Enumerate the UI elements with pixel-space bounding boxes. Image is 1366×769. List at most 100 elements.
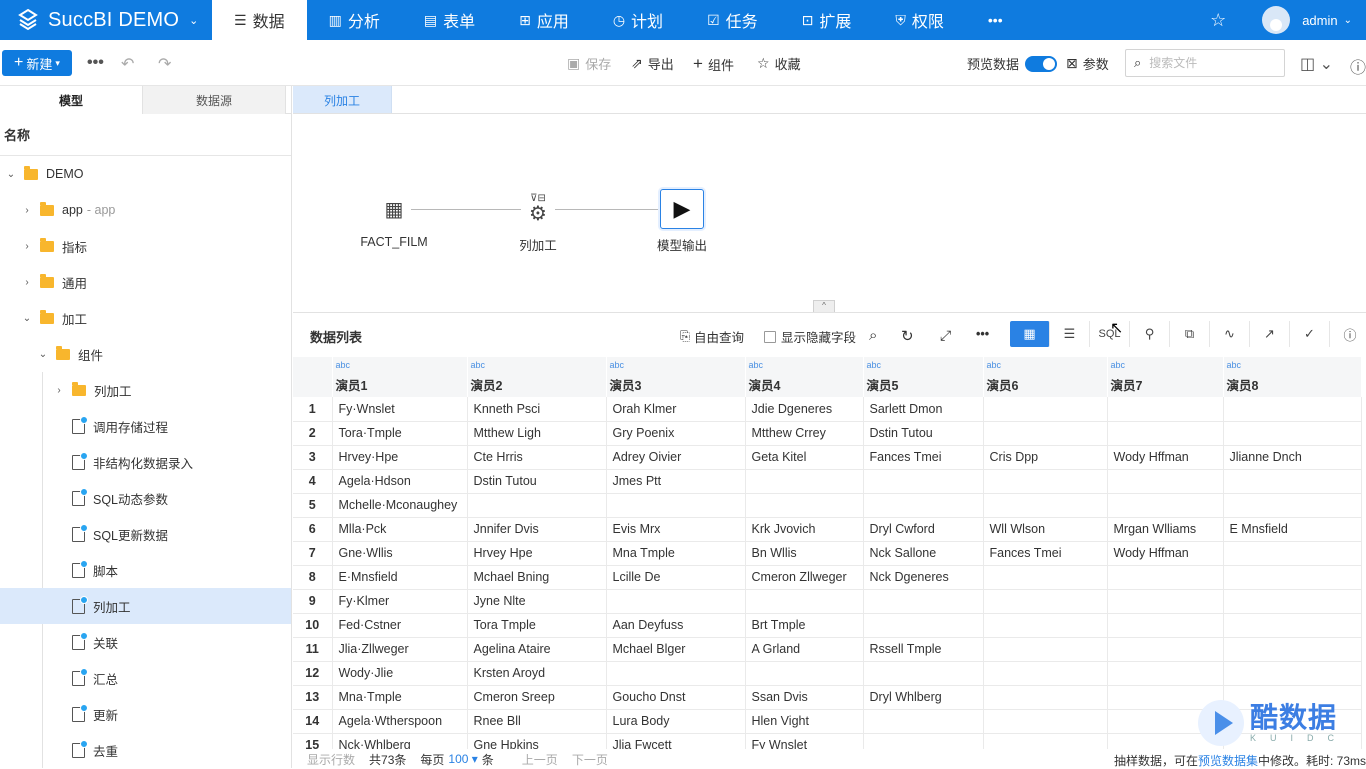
table-cell[interactable]: Goucho Dnst [606, 685, 746, 710]
trend-icon[interactable]: ↗ [1250, 321, 1290, 347]
table-cell[interactable]: Jmes Ptt [606, 469, 746, 494]
table-row[interactable]: 5 Mchelle·Mconaughey [293, 493, 1362, 518]
table-cell[interactable]: Agela·Hdson [332, 469, 468, 494]
table-cell[interactable] [983, 397, 1108, 422]
column-header[interactable]: abc 演员1 [332, 357, 468, 397]
table-cell[interactable] [863, 661, 984, 686]
table-cell[interactable]: Cmeron Sreep [467, 685, 607, 710]
model-canvas[interactable]: 列加工 ▦ FACT_FILM ⊽⊟ ⚙ 列加工 ▶ 模型输出 ^ [293, 86, 1366, 312]
table-cell[interactable]: Mtthew Crrey [745, 421, 864, 446]
table-cell[interactable]: Mchael Blger [606, 637, 746, 662]
tree-item-join[interactable]: 关联 [0, 624, 291, 660]
tree-item-dedupe[interactable]: 去重 [0, 732, 291, 768]
table-cell[interactable]: Jlianne Dnch [1223, 445, 1362, 470]
table-cell[interactable] [1223, 421, 1362, 446]
nav-form[interactable]: ▤ 表单 [402, 0, 497, 40]
table-cell[interactable] [1107, 397, 1224, 422]
tree-item-sql-update[interactable]: SQL更新数据 [0, 516, 291, 552]
refresh-icon[interactable]: ↻ [901, 327, 914, 345]
table-cell[interactable]: Mrgan Wlliams [1107, 517, 1224, 542]
favorite-star-icon[interactable]: ☆ [1188, 10, 1248, 31]
preview-toggle[interactable]: 预览数据 [967, 54, 1058, 73]
table-cell[interactable]: Agela·Wtherspoon [332, 709, 468, 734]
layout-icon[interactable]: ◫ ⌄ [1300, 54, 1333, 74]
table-row[interactable]: 6 Mlla·Pck Jnnifer Dvis Evis Mrx Krk Jvovich… [293, 517, 1362, 542]
next-page-button[interactable]: 下一页 [572, 751, 608, 768]
table-cell[interactable] [983, 613, 1108, 638]
prev-page-button[interactable]: 上一页 [522, 751, 558, 768]
table-cell[interactable]: Lcille De [606, 565, 746, 590]
table-cell[interactable]: Fed·Cstner [332, 613, 468, 638]
table-cell[interactable]: Fances Tmei [863, 445, 984, 470]
tab-datasource[interactable]: 数据源 [143, 86, 286, 114]
table-cell[interactable]: Bn Wllis [745, 541, 864, 566]
column-header[interactable]: abc 演员3 [606, 357, 746, 397]
table-cell[interactable] [606, 493, 746, 518]
tree-item-app[interactable]: › app - app [0, 192, 291, 228]
lineage-icon[interactable]: ⚲ [1130, 321, 1170, 347]
table-cell[interactable] [1223, 541, 1362, 566]
table-row[interactable]: 8 E·Mnsfield Mchael Bning Lcille De Cmeron Z… [293, 565, 1362, 590]
table-cell[interactable]: Wody·Jlie [332, 661, 468, 686]
table-cell[interactable] [1223, 397, 1362, 422]
tab-column-process[interactable]: 列加工 [293, 86, 392, 114]
table-cell[interactable]: Jlia·Zllweger [332, 637, 468, 662]
save-button[interactable]: ▣ 保存 [567, 54, 611, 73]
tree-item-stored-procedure[interactable]: 调用存储过程 [0, 408, 291, 444]
table-cell[interactable] [983, 493, 1108, 518]
table-cell[interactable]: E Mnsfield [1223, 517, 1362, 542]
table-row[interactable]: 10 Fed·Cstner Tora Tmple Aan Deyfuss Brt Tmp… [293, 613, 1362, 638]
table-cell[interactable]: Mlla·Pck [332, 517, 468, 542]
table-cell[interactable]: A Grland [745, 637, 864, 662]
table-cell[interactable]: Evis Mrx [606, 517, 746, 542]
check-icon[interactable]: ✓ [1290, 321, 1330, 347]
table-cell[interactable] [983, 421, 1108, 446]
table-row[interactable]: 7 Gne·Wllis Hrvey Hpe Mna Tmple Bn Wllis Nck … [293, 541, 1362, 566]
column-header[interactable]: abc 演员6 [983, 357, 1108, 397]
table-cell[interactable] [1107, 469, 1224, 494]
table-cell[interactable] [745, 493, 864, 518]
table-cell[interactable]: Wody Hffman [1107, 541, 1224, 566]
table-cell[interactable]: Dstin Tutou [467, 469, 607, 494]
table-cell[interactable] [1107, 589, 1224, 614]
table-cell[interactable]: Mna·Tmple [332, 685, 468, 710]
table-cell[interactable] [467, 493, 607, 518]
tree-item-demo[interactable]: ⌄ DEMO [0, 156, 291, 192]
node-column-process[interactable]: ⊽⊟ ⚙ 列加工 [503, 189, 573, 254]
table-cell[interactable]: Sarlett Dmon [863, 397, 984, 422]
component-button[interactable]: + 组件 [693, 54, 734, 74]
tree-item-common[interactable]: › 通用 [0, 264, 291, 300]
table-cell[interactable]: Nck Dgeneres [863, 565, 984, 590]
table-cell[interactable]: Agelina Ataire [467, 637, 607, 662]
table-cell[interactable] [983, 637, 1108, 662]
table-cell[interactable] [1223, 589, 1362, 614]
show-hidden-checkbox[interactable]: 显示隐藏字段 [764, 327, 856, 346]
nav-permission[interactable]: ⛨ 权限 [873, 0, 966, 40]
table-cell[interactable] [1107, 613, 1224, 638]
table-cell[interactable] [1107, 565, 1224, 590]
search-input[interactable] [1149, 56, 1270, 70]
table-cell[interactable]: Jnnifer Dvis [467, 517, 607, 542]
table-cell[interactable] [983, 589, 1108, 614]
pulse-icon[interactable]: ∿ [1210, 321, 1250, 347]
column-header[interactable]: abc 演员7 [1107, 357, 1224, 397]
user-menu[interactable]: admin ⌄ [1248, 6, 1366, 34]
column-header[interactable]: abc 演员8 [1223, 357, 1362, 397]
table-cell[interactable]: Gry Poenix [606, 421, 746, 446]
table-cell[interactable]: Dryl Whlberg [863, 685, 984, 710]
table-cell[interactable] [1107, 661, 1224, 686]
table-cell[interactable] [1223, 493, 1362, 518]
tree-item-update[interactable]: 更新 [0, 696, 291, 732]
table-cell[interactable]: Gne·Wllis [332, 541, 468, 566]
tree-item-summary[interactable]: 汇总 [0, 660, 291, 696]
tree-item-column-process-folder[interactable]: › 列加工 [0, 372, 291, 408]
table-cell[interactable]: Fy·Klmer [332, 589, 468, 614]
table-cell[interactable]: Adrey Oivier [606, 445, 746, 470]
table-cell[interactable]: Cte Hrris [467, 445, 607, 470]
table-row[interactable]: 4 Agela·Hdson Dstin Tutou Jmes Ptt [293, 469, 1362, 494]
table-cell[interactable] [983, 709, 1108, 734]
table-cell[interactable]: Hrvey Hpe [467, 541, 607, 566]
table-cell[interactable] [983, 565, 1108, 590]
table-cell[interactable] [863, 589, 984, 614]
more-icon[interactable]: ••• [976, 327, 989, 341]
